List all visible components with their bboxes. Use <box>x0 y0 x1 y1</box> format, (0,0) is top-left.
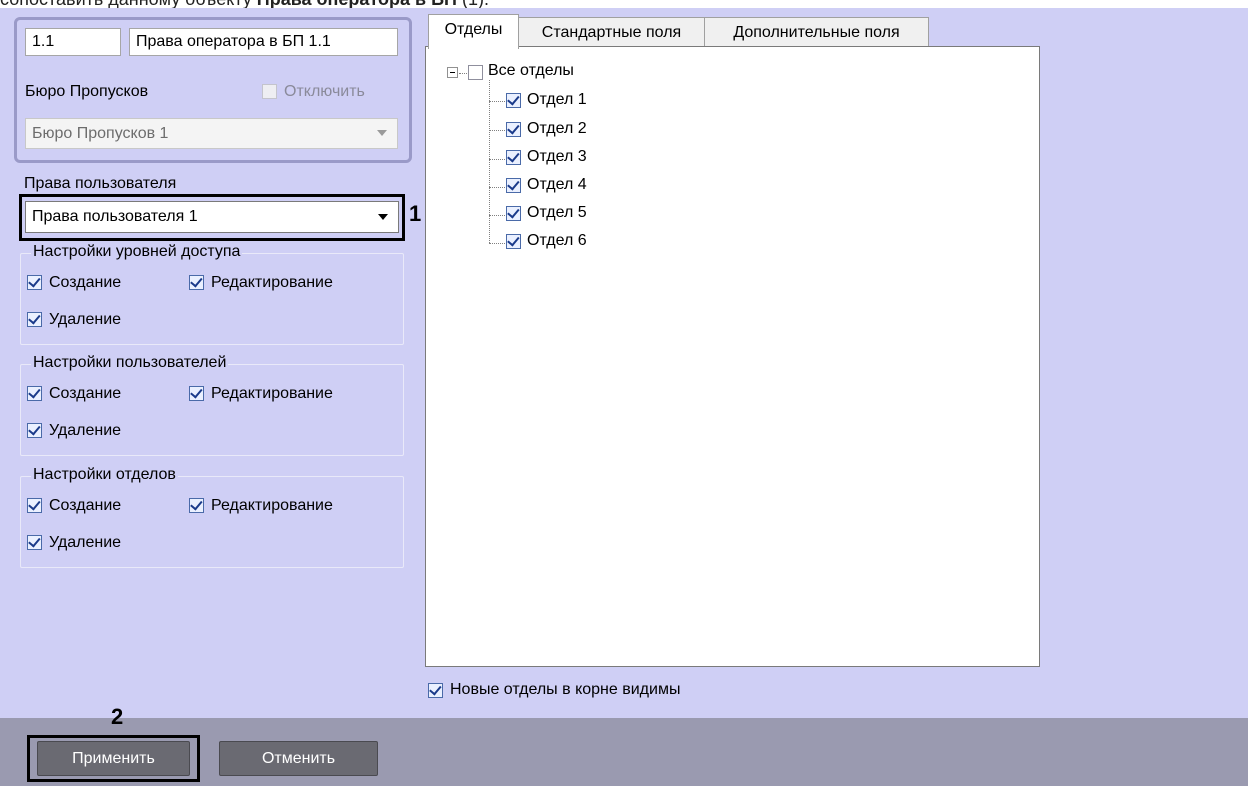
all-departments-label: Все отделы <box>488 62 574 79</box>
users-edit-label: Редактирование <box>211 385 333 402</box>
access-create-checkbox[interactable] <box>27 275 42 290</box>
annotation-number-1: 1 <box>409 201 422 226</box>
user-rights-label: Права пользователя <box>24 175 177 192</box>
disable-checkbox[interactable] <box>262 84 277 99</box>
departments-create-label: Создание <box>49 497 122 514</box>
users-group: Настройки пользователей <box>20 354 404 456</box>
access-edit-label: Редактирование <box>211 274 333 291</box>
departments-delete-checkbox[interactable] <box>27 535 42 550</box>
chevron-down-icon <box>377 130 387 136</box>
department-label: Отдел 3 <box>527 148 587 165</box>
users-create-label: Создание <box>49 385 122 402</box>
tab-departments[interactable]: Отделы <box>428 14 519 49</box>
users-edit-checkbox[interactable] <box>189 386 204 401</box>
department-label: Отдел 2 <box>527 120 587 137</box>
cancel-button[interactable]: Отменить <box>219 741 378 776</box>
disable-label: Отключить <box>284 83 365 100</box>
departments-create-checkbox[interactable] <box>27 498 42 513</box>
access-create-label: Создание <box>49 274 122 291</box>
users-delete-label: Удаление <box>49 422 122 439</box>
department-checkbox[interactable] <box>506 234 521 249</box>
object-name-field[interactable]: Права оператора в БП 1.1 <box>129 28 398 56</box>
collapse-icon[interactable] <box>447 67 458 78</box>
parent-select-value: Бюро Пропусков 1 <box>32 125 169 142</box>
parent-select[interactable]: Бюро Пропусков 1 <box>25 118 398 149</box>
all-departments-checkbox[interactable] <box>468 65 483 80</box>
annotation-frame-1 <box>19 194 405 241</box>
users-create-checkbox[interactable] <box>27 386 42 401</box>
departments-group: Настройки отделов <box>20 466 404 568</box>
department-checkbox[interactable] <box>506 93 521 108</box>
access-delete-label: Удаление <box>49 311 122 328</box>
new-departments-visible-checkbox[interactable] <box>428 683 443 698</box>
tab-additional-fields[interactable]: Дополнительные поля <box>704 17 929 47</box>
department-label: Отдел 5 <box>527 204 587 221</box>
group-title: Настройки уровней доступа <box>31 243 243 261</box>
department-checkbox[interactable] <box>506 178 521 193</box>
departments-edit-checkbox[interactable] <box>189 498 204 513</box>
department-label: Отдел 1 <box>527 91 587 108</box>
department-checkbox[interactable] <box>506 150 521 165</box>
object-id-field[interactable]: 1.1 <box>25 28 121 56</box>
departments-tree <box>425 46 1040 667</box>
new-departments-visible-label: Новые отделы в корне видимы <box>450 681 681 698</box>
tab-standard-fields[interactable]: Стандартные поля <box>518 17 705 47</box>
access-delete-checkbox[interactable] <box>27 312 42 327</box>
parent-label: Бюро Пропусков <box>25 83 149 100</box>
department-label: Отдел 4 <box>527 176 587 193</box>
apply-button[interactable]: Применить <box>37 741 190 776</box>
access-levels-group: Настройки уровней доступа <box>20 243 404 345</box>
department-checkbox[interactable] <box>506 122 521 137</box>
department-label: Отдел 6 <box>527 232 587 249</box>
users-delete-checkbox[interactable] <box>27 423 42 438</box>
group-title: Настройки пользователей <box>31 354 229 372</box>
annotation-number-2: 2 <box>111 704 124 729</box>
department-checkbox[interactable] <box>506 206 521 221</box>
departments-edit-label: Редактирование <box>211 497 333 514</box>
access-edit-checkbox[interactable] <box>189 275 204 290</box>
departments-delete-label: Удаление <box>49 534 122 551</box>
group-title: Настройки отделов <box>31 466 178 484</box>
